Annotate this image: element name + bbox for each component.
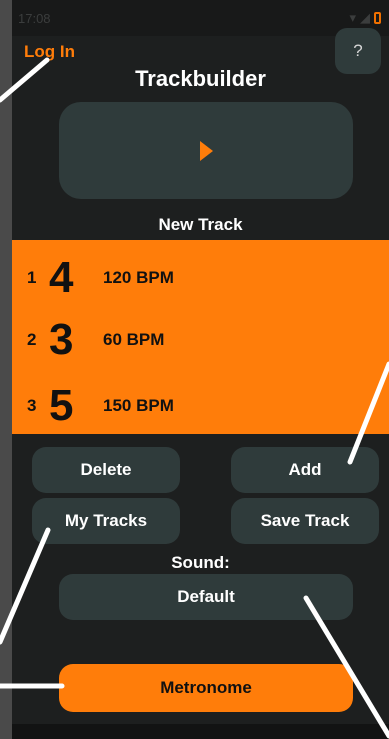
save-track-button[interactable]: Save Track [231, 498, 379, 544]
track-row[interactable]: 1 4 120 BPM [27, 256, 174, 300]
app-screen: 17:08 ▾ ◢ Log In ? Trackbuilder New Trac… [12, 0, 389, 739]
track-list: 1 4 120 BPM 2 3 60 BPM 3 5 150 BPM [12, 240, 389, 434]
sound-label: Sound: [171, 553, 230, 572]
navigation-bar [12, 724, 389, 739]
status-bar: 17:08 ▾ ◢ [12, 0, 389, 36]
row-beats: 5 [49, 381, 74, 430]
add-button[interactable]: Add [231, 447, 379, 493]
battery-icon [374, 12, 381, 24]
page-title: Trackbuilder [135, 66, 266, 91]
row-bpm: 150 BPM [103, 396, 174, 415]
status-time: 17:08 [18, 11, 51, 26]
wifi-icon: ▾ [349, 10, 356, 25]
signal-icon: ◢ [360, 10, 370, 25]
metronome-button[interactable]: Metronome [59, 664, 353, 712]
track-row[interactable]: 2 3 60 BPM [27, 318, 164, 362]
sound-select[interactable]: Default [59, 574, 353, 620]
row-bpm: 60 BPM [103, 330, 165, 349]
play-button[interactable] [59, 102, 353, 199]
row-index: 3 [27, 396, 37, 415]
delete-button[interactable]: Delete [32, 447, 180, 493]
play-icon [199, 140, 213, 161]
track-name: New Track [158, 215, 243, 234]
login-link[interactable]: Log In [24, 42, 75, 62]
row-beats: 3 [49, 315, 74, 364]
row-beats: 4 [49, 253, 74, 302]
status-icons: ▾ ◢ [349, 10, 381, 26]
my-tracks-button[interactable]: My Tracks [32, 498, 180, 544]
track-row[interactable]: 3 5 150 BPM [27, 384, 174, 428]
row-index: 1 [27, 268, 37, 287]
row-index: 2 [27, 330, 37, 349]
row-bpm: 120 BPM [103, 268, 174, 287]
